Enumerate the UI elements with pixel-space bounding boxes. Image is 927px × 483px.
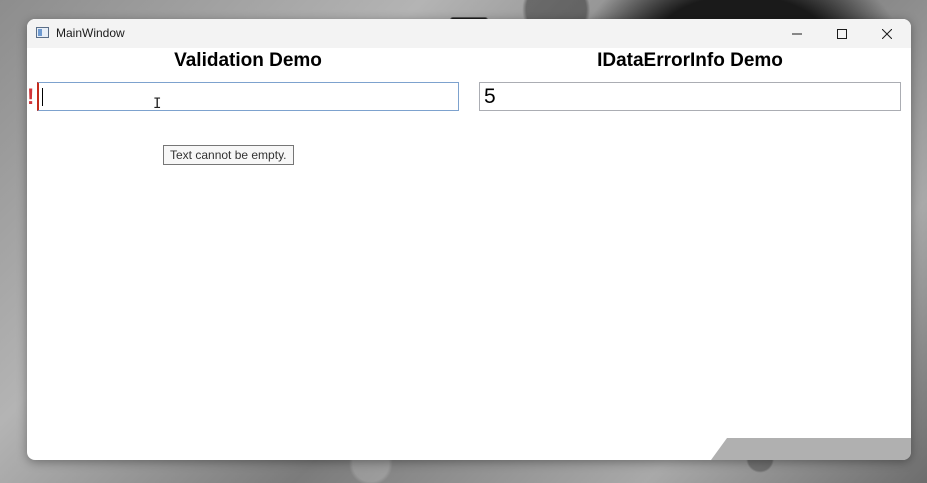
title-bar[interactable]: MainWindow [27,19,911,48]
validation-demo-panel: Validation Demo ! I Text cannot be empty… [27,48,459,165]
close-button[interactable] [864,19,909,48]
main-window: MainWindow Validation Demo ! I Text cann… [27,19,911,460]
validation-text-input[interactable]: I [37,82,459,112]
text-caret [42,88,43,106]
idataerrorinfo-demo-panel: IDataErrorInfo Demo 5 [479,48,901,111]
validation-error-tooltip: Text cannot be empty. [163,145,294,165]
idataerrorinfo-input-value: 5 [484,85,496,108]
window-title: MainWindow [56,26,125,40]
close-icon [881,28,892,39]
ibeam-cursor-icon: I [153,96,162,112]
validation-demo-title: Validation Demo [174,50,322,71]
resize-grip[interactable] [711,438,911,460]
validation-error-indicator: ! [27,84,35,109]
idataerrorinfo-demo-title: IDataErrorInfo Demo [597,50,783,71]
maximize-icon [836,28,847,39]
minimize-icon [791,33,802,34]
idataerrorinfo-text-input[interactable]: 5 [479,82,901,111]
minimize-button[interactable] [774,19,819,48]
app-window-icon [36,27,49,38]
window-content: Validation Demo ! I Text cannot be empty… [27,48,911,460]
maximize-button[interactable] [819,19,864,48]
